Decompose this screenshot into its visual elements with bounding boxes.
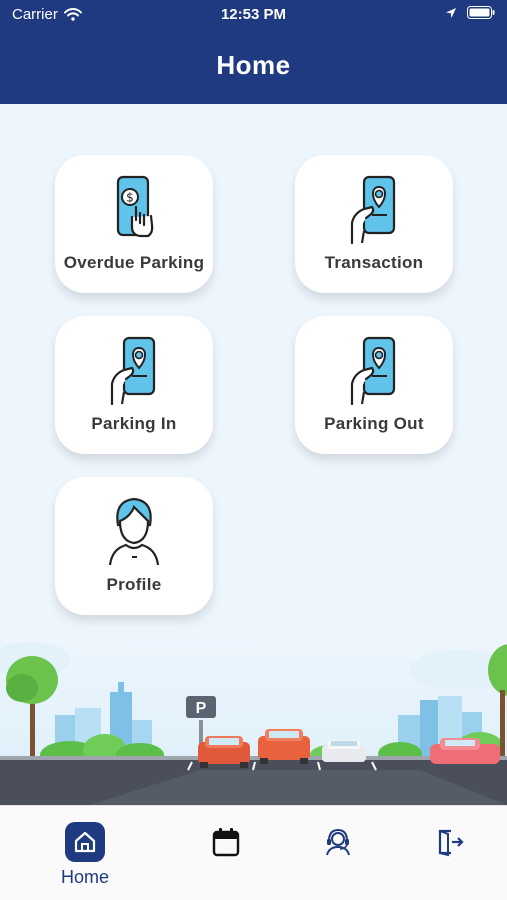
profile-label: Profile bbox=[106, 575, 162, 594]
svg-text:$: $ bbox=[126, 191, 134, 205]
phone-payment-icon: $ bbox=[116, 175, 154, 238]
logout-icon bbox=[438, 829, 464, 857]
transaction-label: Transaction bbox=[324, 253, 424, 272]
car-white bbox=[322, 740, 366, 762]
status-bar: Carrier 12:53 PM bbox=[0, 0, 507, 30]
app-header: Carrier 12:53 PM Home bbox=[0, 0, 507, 104]
parking-lot-illustration: P bbox=[0, 630, 507, 805]
profile-button[interactable]: Profile bbox=[55, 477, 213, 615]
car-red-center bbox=[258, 729, 310, 764]
location-arrow-icon bbox=[446, 7, 456, 18]
parking-out-button[interactable]: Parking Out bbox=[295, 316, 453, 454]
status-time: 12:53 PM bbox=[220, 6, 287, 23]
nav-support[interactable] bbox=[298, 816, 378, 896]
parking-sign-letter: P bbox=[196, 700, 207, 717]
overdue-parking-button[interactable]: $ Overdue Parking bbox=[55, 155, 213, 293]
nav-calendar[interactable] bbox=[186, 816, 266, 896]
parking-in-button[interactable]: Parking In bbox=[55, 316, 213, 454]
phone-location-icon bbox=[350, 336, 396, 406]
parking-in-label: Parking In bbox=[91, 414, 177, 433]
home-icon-container bbox=[65, 822, 105, 862]
home-icon bbox=[74, 831, 96, 853]
nav-logout[interactable] bbox=[410, 816, 490, 896]
overdue-parking-label: Overdue Parking bbox=[63, 253, 205, 272]
bottom-navigation: Home bbox=[0, 805, 507, 900]
logout-icon-container bbox=[430, 822, 470, 862]
car-red-left bbox=[198, 736, 250, 768]
transaction-button[interactable]: Transaction bbox=[295, 155, 453, 293]
user-icon bbox=[108, 497, 160, 566]
status-right bbox=[445, 6, 495, 19]
support-agent-icon bbox=[326, 828, 350, 856]
nav-home-label: Home bbox=[60, 867, 109, 887]
nav-home[interactable]: Home bbox=[45, 816, 125, 896]
calendar-icon-container bbox=[206, 822, 246, 862]
page-title: Home bbox=[216, 50, 291, 80]
calendar-icon bbox=[212, 828, 240, 857]
phone-location-icon bbox=[110, 336, 156, 406]
parking-out-label: Parking Out bbox=[324, 414, 424, 433]
battery-icon bbox=[467, 6, 495, 19]
support-icon-container bbox=[318, 822, 358, 862]
phone-location-icon bbox=[350, 175, 396, 245]
